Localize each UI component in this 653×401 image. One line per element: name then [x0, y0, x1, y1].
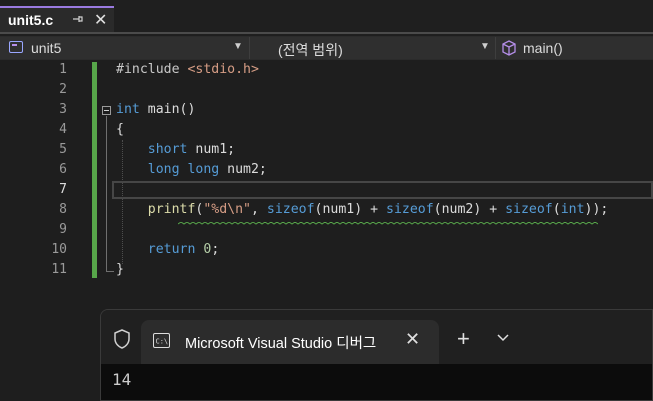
line-number: 10: [51, 242, 67, 257]
code-line-5: short num1;: [116, 142, 236, 157]
code-line-1: #include <stdio.h>: [116, 62, 259, 77]
line-number: 9: [59, 222, 67, 237]
project-label: unit5: [31, 40, 62, 56]
scope-dropdown[interactable]: (전역 범위) ▼: [250, 37, 496, 59]
chevron-down-icon: ▼: [480, 41, 490, 52]
terminal-tab[interactable]: C:\ Microsoft Visual Studio 디버그 ✕: [141, 320, 439, 364]
console-icon: C:\: [153, 333, 170, 348]
terminal-titlebar: C:\ Microsoft Visual Studio 디버그 ✕ +: [101, 310, 652, 364]
chevron-down-icon[interactable]: [497, 329, 509, 345]
chevron-down-icon: ▼: [233, 41, 243, 52]
line-number: 4: [59, 122, 67, 137]
line-number: 7: [59, 182, 67, 197]
tab-title: unit5.c: [8, 12, 54, 28]
code-line-6: long long num2;: [116, 162, 267, 177]
collapse-icon[interactable]: [102, 106, 111, 115]
member-dropdown[interactable]: main(): [496, 37, 653, 59]
line-number: 1: [59, 62, 67, 77]
terminal-tab-title: Microsoft Visual Studio 디버그: [185, 336, 377, 352]
line-number: 11: [51, 262, 67, 277]
line-number: 8: [59, 202, 67, 217]
svg-text:C:\: C:\: [156, 338, 169, 346]
shield-icon[interactable]: [112, 328, 132, 350]
terminal-output-area[interactable]: 14: [101, 364, 652, 400]
change-tracking-bar: [92, 62, 97, 278]
line-number: 3: [59, 102, 67, 117]
pin-icon[interactable]: [72, 13, 84, 27]
project-dropdown[interactable]: unit5 ▼: [0, 37, 250, 59]
terminal-output: 14: [112, 370, 132, 389]
current-line-highlight: [112, 181, 653, 199]
cube-icon: [501, 40, 517, 56]
member-label: main(): [523, 40, 563, 56]
navigation-bar: unit5 ▼ (전역 범위) ▼ main(): [0, 36, 653, 60]
fold-end: [106, 271, 114, 272]
document-tabbar: unit5.c ✕: [0, 0, 653, 35]
fold-line: [106, 116, 107, 272]
project-icon: [9, 41, 23, 53]
tab-unit5-c[interactable]: unit5.c ✕: [0, 6, 114, 32]
code-line-11: }: [116, 262, 124, 277]
code-line-3: int main(): [116, 102, 196, 117]
code-line-10: return 0;: [116, 242, 220, 257]
line-number: 6: [59, 162, 67, 177]
new-tab-button[interactable]: +: [457, 326, 470, 352]
line-number: 5: [59, 142, 67, 157]
terminal-window: C:\ Microsoft Visual Studio 디버그 ✕ + 14: [100, 309, 653, 401]
tab-divider: [0, 32, 653, 34]
scope-label: (전역 범위): [278, 42, 343, 58]
warning-squiggle: [178, 222, 598, 225]
code-line-8: printf("%d\n", sizeof(num1) + sizeof(num…: [147, 202, 609, 217]
line-number: 2: [59, 82, 67, 97]
tab-close-icon[interactable]: ✕: [94, 10, 107, 30]
code-line-4: {: [116, 122, 124, 137]
close-icon[interactable]: ✕: [405, 329, 420, 350]
